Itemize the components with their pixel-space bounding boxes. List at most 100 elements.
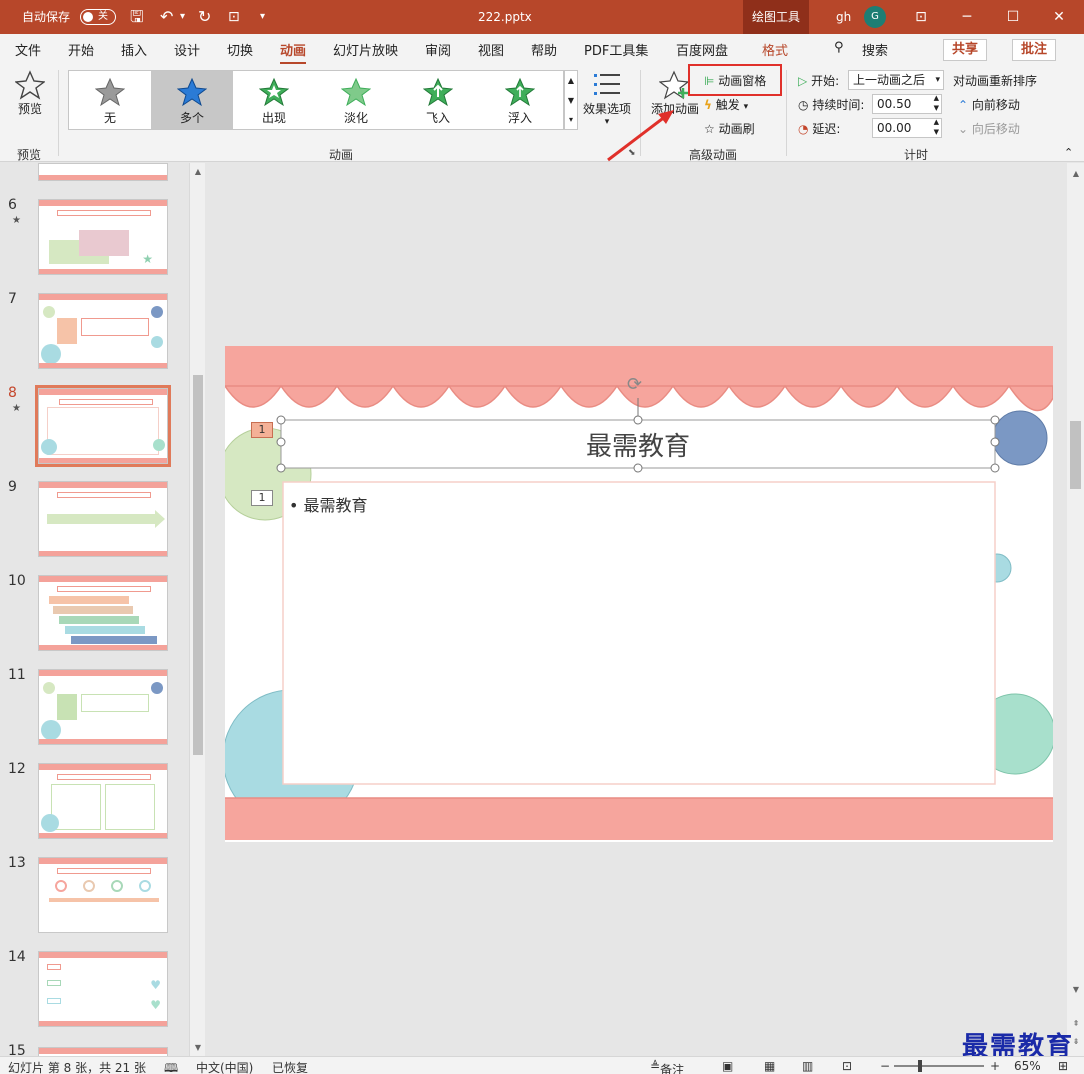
slide-title[interactable]: 最需教育 (281, 426, 995, 463)
ribbon-display-icon[interactable]: ⊡ (898, 0, 944, 34)
maximize-button[interactable]: ☐ (990, 0, 1036, 34)
tab-file[interactable]: 文件 (15, 40, 41, 59)
minimize-button[interactable]: ─ (944, 0, 990, 34)
autosave-toggle[interactable]: 关 (80, 9, 116, 25)
customize-qat-icon[interactable]: ▾ (260, 0, 265, 34)
animation-painter-label: 动画刷 (718, 122, 755, 136)
undo-dropdown-icon[interactable]: ▾ (180, 0, 185, 34)
animation-tag-body[interactable]: 1 (251, 490, 273, 506)
thumbnail-number: 12 (8, 761, 26, 777)
delay-stepper[interactable]: 00.00 ▲ ▼ (872, 118, 942, 138)
duration-stepper[interactable]: 00.50 ▲ ▼ (872, 94, 942, 114)
move-later-button[interactable]: ⌄ 向后移动 (958, 120, 1020, 137)
thumbnail-scrollbar[interactable]: ▲ ▼ (189, 163, 205, 1056)
zoom-in-icon[interactable]: + (990, 1059, 1000, 1073)
slideshow-icon[interactable]: ⊡ (842, 1059, 852, 1073)
tab-help[interactable]: 帮助 (531, 40, 557, 59)
status-bar: 幻灯片 第 8 张，共 21 张 🕮 中文(中国) 已恢复 ≜ 备注 ▣ ▦ ▥… (0, 1056, 1084, 1074)
scroll-thumb[interactable] (1070, 421, 1081, 489)
stepper-arrows-icon[interactable]: ▲ ▼ (934, 117, 939, 137)
scroll-down-icon[interactable]: ▼ (1071, 985, 1081, 995)
tab-slideshow[interactable]: 幻灯片放映 (333, 40, 398, 59)
slide-thumbnail[interactable] (38, 481, 168, 557)
reading-view-icon[interactable]: ▥ (802, 1059, 813, 1073)
slide-thumbnail[interactable] (38, 293, 168, 369)
gallery-down-icon[interactable]: ▼ (565, 91, 577, 111)
search-label[interactable]: 搜索 (862, 40, 888, 59)
tab-view[interactable]: 视图 (478, 40, 504, 59)
share-button[interactable]: 共享 (943, 39, 988, 61)
bullet-text: 最需教育 (303, 496, 368, 515)
slide-thumbnail[interactable]: ★ (38, 199, 168, 275)
comment-button[interactable]: 批注 (1012, 39, 1057, 61)
undo-icon[interactable]: ↶ (160, 0, 173, 34)
preview-label: 预览 (17, 102, 42, 116)
tab-home[interactable]: 开始 (68, 40, 94, 59)
tab-transitions[interactable]: 切换 (227, 40, 253, 59)
slide-thumbnail[interactable] (38, 857, 168, 933)
slide-thumbnail[interactable] (38, 669, 168, 745)
save-icon[interactable]: 🖫 (130, 0, 144, 34)
gallery-scroll[interactable]: ▲ ▼ ▾ (564, 70, 578, 130)
animation-tag-title[interactable]: 1 (251, 422, 273, 438)
fit-slide-icon[interactable]: ⊞ (1058, 1059, 1068, 1073)
slide-thumbnail[interactable]: ♥ ♥ (38, 951, 168, 1027)
slide-canvas[interactable]: ⟳ 1 1 最需教育 • 最需教育 (225, 346, 1053, 842)
notes-button[interactable]: ≜ 备注 (650, 1059, 684, 1074)
avatar[interactable]: G (864, 6, 886, 28)
scroll-up-icon[interactable]: ▲ (1071, 169, 1081, 179)
animation-appear[interactable]: 出现 (233, 71, 315, 129)
rotate-handle-icon[interactable]: ⟳ (627, 374, 642, 395)
animation-float-in[interactable]: 浮入 (479, 71, 561, 129)
spellcheck-icon[interactable]: 🕮 (164, 1059, 178, 1074)
slide-body[interactable]: • 最需教育 (289, 492, 368, 516)
scroll-down-icon[interactable]: ▼ (193, 1043, 203, 1053)
tab-design[interactable]: 设计 (174, 40, 200, 59)
tab-insert[interactable]: 插入 (121, 40, 147, 59)
move-earlier-button[interactable]: ⌃ 向前移动 (958, 96, 1020, 113)
redo-icon[interactable]: ↻ (198, 0, 211, 34)
move-later-label: 向后移动 (971, 122, 1020, 136)
slide-thumbnail[interactable] (38, 763, 168, 839)
editor-scrollbar[interactable]: ▲ ▼ ⇞ ⇟ (1067, 163, 1084, 1056)
present-icon[interactable]: ⊡ (228, 0, 240, 34)
tab-review[interactable]: 审阅 (425, 40, 451, 59)
slide-thumbnail-active[interactable] (35, 385, 171, 467)
slide-sorter-icon[interactable]: ▦ (764, 1059, 775, 1073)
chevron-down-icon: ▾ (935, 75, 940, 85)
close-button[interactable]: ✕ (1036, 0, 1082, 34)
tab-format[interactable]: 格式 (762, 40, 788, 59)
lightning-icon: ϟ (704, 98, 712, 112)
animation-fade[interactable]: 淡化 (315, 71, 397, 129)
selection-handles (276, 398, 1000, 473)
star-fade-icon (341, 77, 371, 107)
slide-thumbnail[interactable] (38, 163, 168, 181)
zoom-slider-thumb[interactable] (918, 1060, 922, 1072)
zoom-out-icon[interactable]: − (880, 1059, 890, 1073)
animation-fly-in[interactable]: 飞入 (397, 71, 479, 129)
tab-baidu-netdisk[interactable]: 百度网盘 (676, 40, 728, 59)
collapse-ribbon-icon[interactable]: ⌃ (1064, 146, 1073, 159)
scroll-up-icon[interactable]: ▲ (193, 167, 203, 177)
comment-label: 批注 (1021, 42, 1048, 57)
animation-multiple[interactable]: 多个 (151, 71, 233, 129)
scroll-thumb[interactable] (193, 375, 203, 755)
zoom-slider[interactable] (894, 1065, 984, 1067)
search-icon[interactable]: ⚲ (834, 40, 844, 55)
slide-thumbnail[interactable] (38, 575, 168, 651)
group-separator (786, 70, 787, 156)
animation-none[interactable]: 无 (69, 71, 151, 129)
start-select[interactable]: 上一动画之后 ▾ (848, 70, 944, 90)
stepper-arrows-icon[interactable]: ▲ ▼ (934, 93, 939, 113)
language[interactable]: 中文(中国) (196, 1059, 253, 1074)
thumbnail-number: 8 (8, 385, 17, 401)
preview-button[interactable]: 预览 (10, 70, 50, 136)
zoom-level[interactable]: 65% (1014, 1059, 1041, 1073)
gallery-more-icon[interactable]: ▾ (565, 111, 577, 129)
trigger-button[interactable]: ϟ 触发 ▾ (704, 96, 748, 113)
tab-pdf-tools[interactable]: PDF工具集 (584, 40, 648, 59)
normal-view-icon[interactable]: ▣ (722, 1059, 733, 1073)
gallery-up-icon[interactable]: ▲ (565, 71, 577, 91)
tab-animations[interactable]: 动画 (280, 40, 307, 65)
animation-painter-button[interactable]: ☆ 动画刷 (704, 120, 755, 137)
